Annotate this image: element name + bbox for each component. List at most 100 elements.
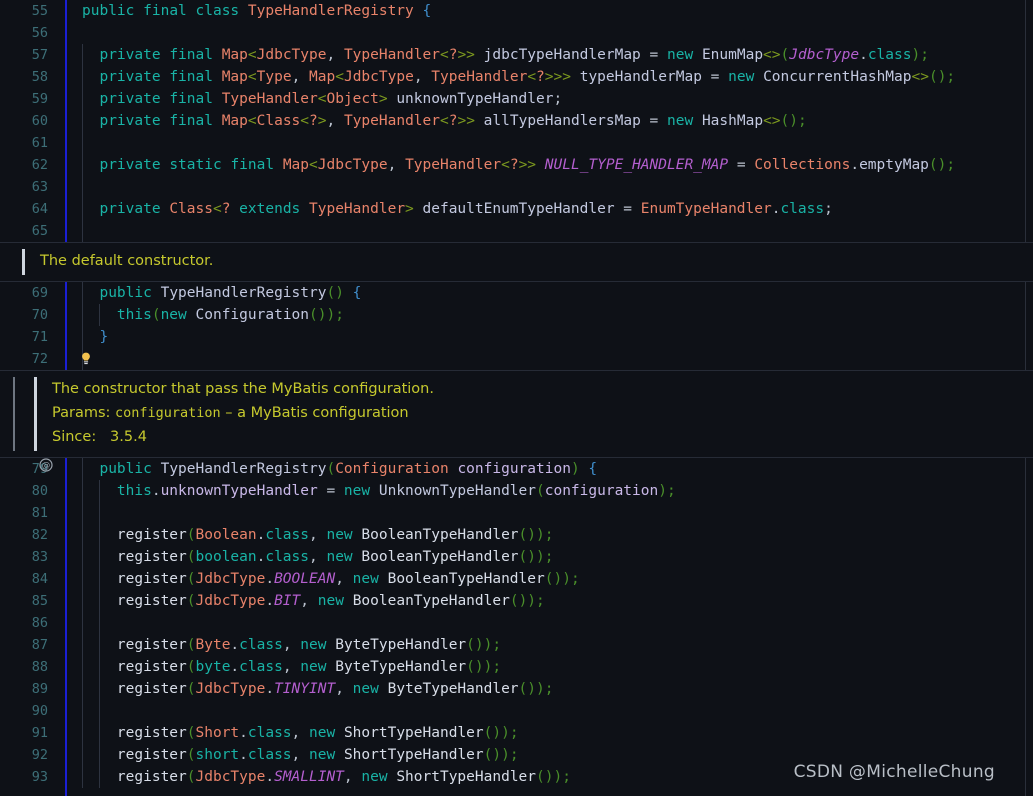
code-line[interactable]: 72 [0, 348, 1033, 370]
code-token: } [99, 329, 109, 345]
code-token: ? [509, 157, 519, 173]
code-line[interactable]: 82 register(Boolean.class, new BooleanTy… [0, 524, 1033, 546]
code-line[interactable]: 85 register(JdbcType.BIT, new BooleanTyp… [0, 590, 1033, 612]
code-line[interactable]: 63 [0, 176, 1033, 198]
code-token: , [387, 157, 406, 173]
code-line[interactable]: 91 register(Short.class, new ShortTypeHa… [0, 722, 1033, 744]
javadoc-block[interactable]: The constructor that pass the MyBatis co… [0, 370, 1033, 458]
code-token: <> [763, 47, 781, 63]
code-token: ) [562, 571, 571, 587]
code-token: Configuration [335, 461, 449, 477]
code-text: register(JdbcType.TINYINT, new ByteTypeH… [82, 678, 1033, 700]
code-token: ; [335, 307, 344, 323]
code-line[interactable]: 86 [0, 612, 1033, 634]
code-line[interactable]: 56 [0, 22, 1033, 44]
code-line[interactable]: 61 [0, 132, 1033, 154]
code-token: ) [474, 637, 484, 653]
line-number: 64 [31, 201, 48, 217]
code-token: ( [536, 769, 545, 785]
code-token: Short [195, 725, 240, 741]
code-token: < [309, 157, 318, 173]
code-token: ) [474, 659, 484, 675]
javadoc-param-desc: – a MyBatis configuration [220, 405, 409, 421]
code-token: Map [221, 47, 248, 63]
code-editor[interactable]: 55 public final class TypeHandlerRegistry… [0, 0, 1033, 796]
code-line[interactable]: 59 private final TypeHandler<Object> unk… [0, 88, 1033, 110]
code-token: ) [326, 307, 336, 323]
code-token: ; [492, 637, 502, 653]
code-token: Class [169, 201, 213, 217]
code-token: ) [527, 681, 537, 697]
code-token: Class [256, 113, 301, 129]
code-token: TypeHandler [431, 69, 528, 85]
line-number: 86 [31, 615, 48, 631]
code-line[interactable]: 69 public TypeHandlerRegistry() { [0, 282, 1033, 304]
code-token: class [239, 659, 283, 675]
code-line[interactable]: 57 private final Map<JdbcType, TypeHandl… [0, 44, 1033, 66]
code-line[interactable]: 58 private final Map<Type, Map<JdbcType,… [0, 66, 1033, 88]
code-token: . [859, 47, 868, 63]
code-token: ) [553, 769, 563, 785]
code-token: private [99, 69, 161, 85]
code-line[interactable]: 55 public final class TypeHandlerRegistry… [0, 0, 1033, 22]
javadoc-body: The constructor that pass the MyBatis co… [0, 371, 1033, 457]
code-token: static [169, 157, 222, 173]
code-token: ByteTypeHandler [335, 659, 467, 675]
code-line[interactable]: 83 register(boolean.class, new BooleanTy… [0, 546, 1033, 568]
code-line[interactable]: 81 [0, 502, 1033, 524]
code-line[interactable]: 70 this(new Configuration()); [0, 304, 1033, 326]
code-line[interactable]: 88 register(byte.class, new ByteTypeHand… [0, 656, 1033, 678]
code-token: UnknownTypeHandler [378, 483, 536, 499]
code-token: = [728, 157, 755, 173]
javadoc-param-name: configuration [115, 405, 221, 421]
code-token: Configuration [195, 307, 310, 323]
code-token: register [116, 527, 187, 543]
code-token: extends [239, 201, 301, 217]
code-token: , [300, 593, 318, 609]
code-text: this(new Configuration()); [82, 304, 1033, 326]
code-text: register(Short.class, new ShortTypeHandl… [82, 722, 1033, 744]
code-line[interactable]: 89 register(JdbcType.TINYINT, new ByteTy… [0, 678, 1033, 700]
code-token: = [649, 47, 667, 63]
code-token: new [317, 593, 344, 609]
code-token: Object [326, 91, 379, 107]
code-token: configuration [457, 461, 571, 477]
code-line[interactable]: 64 private Class<? extends TypeHandler> … [0, 198, 1033, 220]
code-line[interactable]: 84 register(JdbcType.BOOLEAN, new Boolea… [0, 568, 1033, 590]
code-token: ( [309, 307, 318, 323]
code-token: > [378, 91, 388, 107]
code-text: private Class<? extends TypeHandler> def… [82, 198, 1033, 220]
code-line[interactable]: 79 @ public TypeHandlerRegistry(Configura… [0, 458, 1033, 480]
javadoc-body: The default constructor. [0, 243, 1033, 281]
code-line[interactable]: 60 private final Map<Class<?>, TypeHandl… [0, 110, 1033, 132]
code-line[interactable]: 80 this.unknownTypeHandler = new Unknown… [0, 480, 1033, 502]
code-token: ( [186, 747, 196, 763]
javadoc-block[interactable]: The default constructor. [0, 242, 1033, 282]
annotation-gutter-icon[interactable]: @ [36, 458, 56, 480]
lightbulb-icon[interactable] [78, 351, 94, 367]
code-token: >> [457, 113, 475, 129]
code-text: private final Map<Class<?>, TypeHandler<… [82, 110, 1033, 132]
line-number: 56 [31, 25, 48, 41]
code-line[interactable]: 87 register(Byte.class, new ByteTypeHand… [0, 634, 1033, 656]
code-token: new [352, 681, 379, 697]
line-number: 59 [31, 91, 48, 107]
code-line[interactable]: 71 } [0, 326, 1033, 348]
code-token: new [352, 571, 379, 587]
code-token: ) [527, 549, 537, 565]
code-token: ; [492, 659, 502, 675]
code-token: < [527, 69, 537, 85]
code-token: class [239, 637, 283, 653]
code-token: ? [536, 69, 545, 85]
code-token: , [335, 681, 353, 697]
code-line[interactable]: 65 [0, 220, 1033, 242]
code-line[interactable]: 62 private static final Map<JdbcType, Ty… [0, 154, 1033, 176]
code-line[interactable]: 90 [0, 700, 1033, 722]
